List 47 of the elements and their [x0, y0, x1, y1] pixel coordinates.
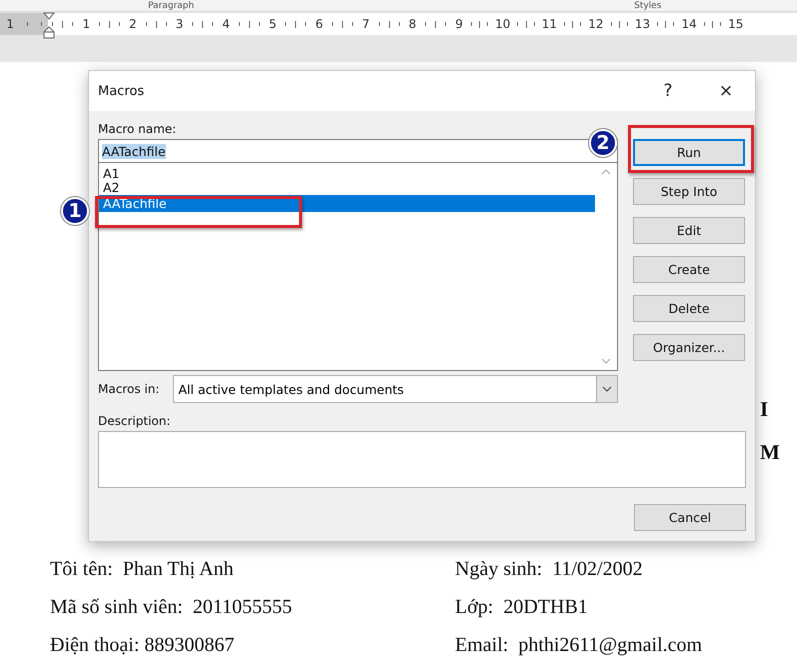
ruler-number: 6: [315, 17, 324, 31]
ruler-number: 1: [6, 17, 14, 31]
ruler-number: 11: [542, 17, 557, 31]
ruler-number: 9: [455, 17, 463, 31]
macro-list-item[interactable]: A2: [99, 181, 595, 195]
document-text: Mã số sinh viên: 2011055555: [50, 595, 294, 620]
ruler-number: 2: [129, 17, 137, 31]
help-button[interactable]: ?: [639, 72, 697, 110]
dialog-button[interactable]: Step Into: [633, 178, 745, 205]
ruler-number: 13: [634, 17, 650, 31]
close-button[interactable]: ×: [697, 72, 755, 110]
scroll-down-icon[interactable]: [601, 358, 611, 364]
field-label: Macro name:: [98, 121, 178, 137]
ruler-number: 1: [82, 17, 90, 31]
macros-in-dropdown[interactable]: All active templates and documents: [173, 375, 618, 403]
dialog-button[interactable]: Edit: [633, 217, 745, 244]
macro-list-item[interactable]: AATachfile: [99, 195, 595, 212]
document-text: Ngày sinh: 11/02/2002: [455, 557, 644, 582]
ruler-number: 10: [495, 17, 510, 31]
ruler-number: 12: [588, 17, 604, 31]
dialog-button[interactable]: Create: [633, 256, 745, 283]
document-text: Email: phthi2611@gmail.com: [455, 633, 704, 658]
heading-text: I: [760, 397, 768, 422]
description-field[interactable]: [98, 431, 746, 488]
field-label: Description:: [98, 413, 172, 429]
document-text: Lớp: 20DTHB1: [455, 595, 589, 620]
ruler-number: 5: [268, 17, 276, 31]
dialog-button[interactable]: Run: [633, 139, 745, 166]
ruler-number: 3: [176, 17, 184, 31]
ribbon-group-label: Paragraph: [148, 1, 194, 11]
ruler-number: 15: [728, 17, 744, 31]
macro-list-item[interactable]: A1: [99, 167, 595, 181]
ruler-number: 14: [681, 17, 697, 31]
cancel-button[interactable]: Cancel: [634, 504, 746, 531]
dialog-title: Macros: [98, 84, 146, 98]
scroll-up-icon[interactable]: [601, 169, 611, 175]
ruler-number: 4: [222, 17, 230, 31]
ribbon-group-label: Styles: [634, 1, 662, 11]
ruler-number: 8: [408, 17, 416, 31]
chevron-down-icon: [602, 386, 612, 392]
heading-text: M: [760, 440, 780, 465]
ruler-number: 7: [362, 17, 370, 31]
document-text: Điện thoại: 889300867: [50, 633, 236, 658]
document-text: Tôi tên: Phan Thị Anh: [50, 557, 235, 582]
dialog-button[interactable]: Delete: [633, 295, 745, 322]
field-label: Macros in:: [98, 381, 160, 397]
dialog-button[interactable]: Organizer...: [633, 334, 745, 361]
